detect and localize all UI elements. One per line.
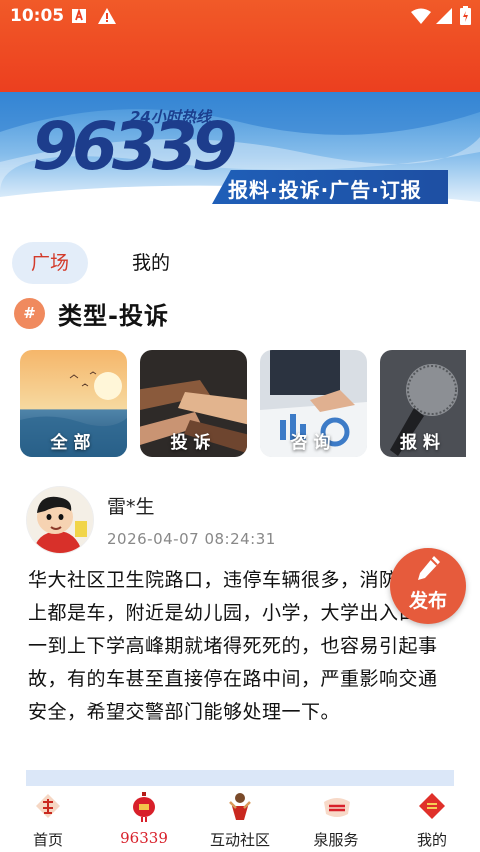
fortune-badge-icon [419, 793, 445, 819]
tab-square[interactable]: 广场 [12, 242, 88, 284]
category-card-all[interactable]: 全部 [20, 350, 127, 457]
category-label: 投诉 [170, 433, 217, 453]
status-bar: 10:05 [0, 0, 480, 32]
wifi-icon [411, 8, 431, 28]
cartoon-avatar-image [27, 487, 93, 553]
signal-icon [436, 8, 452, 28]
category-label: 咨询 [290, 433, 337, 453]
category-label: 报料 [400, 433, 446, 453]
post-timestamp: 2026-04-07 08:24:31 [107, 530, 276, 548]
avatar[interactable] [26, 486, 94, 554]
bottom-nav: 首页 96339 互动社区 泉服务 我的 [0, 786, 480, 852]
font-download-icon [72, 8, 86, 28]
hotline-banner[interactable]: 24小时热线 96339 报料·投诉·广告·订报 [0, 92, 480, 232]
pencil-icon [418, 556, 440, 580]
hash-icon: # [14, 298, 45, 329]
post-username: 雷*生 [107, 496, 155, 518]
nav-label: 96339 [120, 829, 168, 847]
banner-slogan: 报料·投诉·广告·订报 [212, 170, 448, 204]
nav-community[interactable]: 互动社区 [192, 786, 288, 852]
category-card-consult[interactable]: 咨询 [260, 350, 367, 457]
year-badge-icon [324, 798, 350, 817]
nav-home[interactable]: 首页 [0, 786, 96, 852]
section-title: 类型-投诉 [58, 302, 169, 330]
nav-label: 首页 [32, 831, 63, 849]
lantern-icon [133, 792, 155, 822]
hotline-number: 96339 [32, 108, 238, 185]
nav-label: 泉服务 [313, 831, 359, 849]
category-card-report[interactable]: 报料 [380, 350, 466, 457]
dancing-figure-icon [229, 793, 251, 820]
publish-button[interactable]: 发布 [390, 548, 466, 624]
nav-label: 我的 [416, 831, 447, 849]
warning-icon [98, 8, 116, 28]
nav-services[interactable]: 泉服务 [288, 786, 384, 852]
post-attachment-strip [26, 770, 454, 786]
app-header: 10:05 [0, 0, 480, 92]
fu-character-icon [36, 794, 60, 818]
nav-label: 互动社区 [209, 831, 270, 849]
category-card-complaint[interactable]: 投诉 [140, 350, 247, 457]
publish-label: 发布 [408, 590, 447, 612]
tab-mine[interactable]: 我的 [116, 242, 186, 284]
status-time: 10:05 [10, 6, 65, 26]
battery-icon [460, 6, 471, 29]
nav-mine[interactable]: 我的 [384, 786, 480, 852]
nav-96339[interactable]: 96339 [96, 786, 192, 852]
category-label: 全部 [50, 433, 97, 453]
